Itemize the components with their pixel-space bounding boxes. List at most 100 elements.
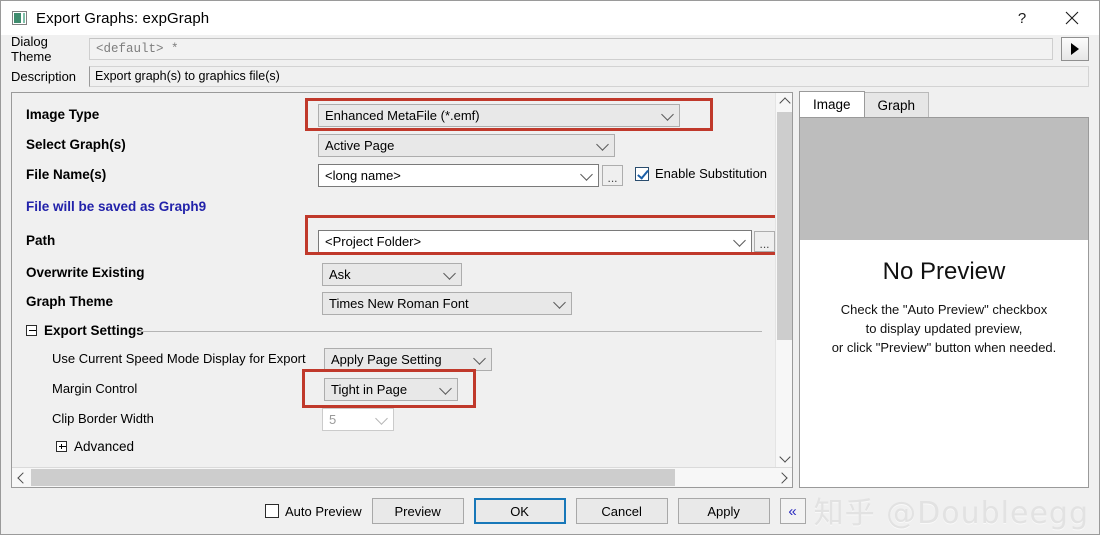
horizontal-scroll-thumb[interactable] <box>31 469 675 486</box>
clip-border-value: 5 <box>329 412 337 427</box>
graph-theme-combo[interactable]: Times New Roman Font <box>322 292 572 315</box>
select-graphs-combo[interactable]: Active Page <box>318 134 615 157</box>
ok-button[interactable]: OK <box>473 498 566 524</box>
collapse-panel-button[interactable]: « <box>779 498 806 524</box>
export-graphs-dialog: Export Graphs: expGraph ? Dialog Theme <… <box>0 0 1100 535</box>
speed-mode-value: Apply Page Setting <box>331 352 442 367</box>
graph-window-icon <box>12 11 27 25</box>
checkbox-box <box>635 166 649 181</box>
select-graphs-label: Select Graph(s) <box>26 137 126 152</box>
chevron-down-icon <box>443 266 456 280</box>
vertical-scroll-thumb[interactable] <box>777 112 792 340</box>
graph-theme-row: Graph Theme Times New Roman Font <box>12 290 774 316</box>
image-type-value: Enhanced MetaFile (*.emf) <box>325 108 480 123</box>
file-names-label: File Name(s) <box>26 167 107 182</box>
description-label: Description <box>11 68 77 84</box>
export-settings-title: Export Settings <box>44 323 144 338</box>
export-settings-header[interactable]: Export Settings <box>26 323 144 338</box>
advanced-label: Advanced <box>74 439 135 454</box>
file-names-browse-button[interactable]: ... <box>602 165 623 186</box>
speed-mode-combo[interactable]: Apply Page Setting <box>324 348 492 371</box>
path-browse-button[interactable]: ... <box>754 231 775 252</box>
chevron-down-icon <box>553 295 566 309</box>
cancel-button[interactable]: Cancel <box>575 498 668 524</box>
preview-box[interactable]: No Preview Check the "Auto Preview" chec… <box>799 117 1089 488</box>
chevron-down-icon <box>580 167 593 181</box>
form-horizontal-scrollbar[interactable] <box>12 467 792 487</box>
margin-control-value: Tight in Page <box>331 382 408 397</box>
scroll-right-icon[interactable] <box>774 468 792 487</box>
no-preview-title: No Preview <box>882 258 1006 285</box>
file-names-combo[interactable]: <long name> <box>318 164 599 187</box>
auto-preview-label: Auto Preview <box>285 503 362 519</box>
margin-control-combo[interactable]: Tight in Page <box>324 378 458 401</box>
path-label: Path <box>26 233 56 248</box>
graph-theme-value: Times New Roman Font <box>329 296 469 311</box>
no-preview-hint: Check the "Auto Preview" checkbox to dis… <box>800 300 1088 357</box>
overwrite-row: Overwrite Existing Ask <box>12 261 774 287</box>
play-arrow-icon[interactable] <box>1061 37 1089 61</box>
path-row: Path <Project Folder> ... <box>12 229 775 255</box>
chevron-down-icon <box>733 233 746 247</box>
description-input[interactable]: Export graph(s) to graphics file(s) <box>89 65 1089 87</box>
dialog-theme-label: Dialog Theme <box>11 34 52 64</box>
help-button[interactable]: ? <box>999 1 1045 35</box>
image-type-combo[interactable]: Enhanced MetaFile (*.emf) <box>318 104 680 127</box>
settings-form: Image Type Enhanced MetaFile (*.emf) Sel… <box>12 93 779 467</box>
tab-graph[interactable]: Graph <box>863 92 930 117</box>
preview-empty-area <box>800 118 1088 240</box>
scroll-up-icon[interactable] <box>776 93 792 110</box>
enable-substitution-checkbox[interactable]: Enable Substitution <box>629 166 767 181</box>
advanced-group-header[interactable]: Advanced <box>26 439 134 454</box>
graph-theme-label: Graph Theme <box>26 294 114 309</box>
checkbox-box <box>265 504 279 518</box>
path-value: <Project Folder> <box>325 234 422 249</box>
dialog-theme-row: Dialog Theme <default> * <box>1 34 1099 64</box>
preview-pane: Image Graph No Preview Check the "Auto P… <box>799 91 1089 488</box>
collapse-minus-icon[interactable] <box>26 325 37 336</box>
select-graphs-row: Select Graph(s) Active Page <box>12 133 774 159</box>
export-settings-group: Export Settings Use Current Speed Mode D… <box>12 323 774 463</box>
scroll-down-icon[interactable] <box>776 450 792 467</box>
no-preview-hint-line2: to display updated preview, <box>865 321 1023 336</box>
preview-message-area: No Preview Check the "Auto Preview" chec… <box>800 240 1088 487</box>
settings-form-scroll-viewport: Image Type Enhanced MetaFile (*.emf) Sel… <box>12 93 792 467</box>
image-type-label: Image Type <box>26 107 100 122</box>
close-icon[interactable] <box>1045 1 1099 35</box>
no-preview-hint-line1: Check the "Auto Preview" checkbox <box>840 302 1048 317</box>
dialog-body: Image Type Enhanced MetaFile (*.emf) Sel… <box>1 89 1099 488</box>
image-type-row: Image Type Enhanced MetaFile (*.emf) <box>12 103 774 129</box>
auto-preview-checkbox[interactable]: Auto Preview <box>259 504 362 519</box>
file-names-value: <long name> <box>325 168 401 183</box>
clip-border-row: Clip Border Width 5 <box>12 407 774 433</box>
chevron-down-icon <box>661 107 674 121</box>
no-preview-hint-line3: or click "Preview" button when needed. <box>831 340 1057 355</box>
chevron-down-icon <box>375 411 388 425</box>
margin-control-label: Margin Control <box>52 381 138 396</box>
speed-mode-row: Use Current Speed Mode Display for Expor… <box>12 347 774 373</box>
clip-border-label: Clip Border Width <box>52 411 154 426</box>
chevron-down-icon <box>473 351 486 365</box>
preview-tabs: Image Graph <box>799 91 1089 117</box>
dialog-theme-input[interactable]: <default> * <box>89 38 1053 60</box>
dialog-footer: Auto Preview Preview OK Cancel Apply « <box>1 488 1099 534</box>
group-divider <box>138 331 762 332</box>
settings-form-pane: Image Type Enhanced MetaFile (*.emf) Sel… <box>11 92 793 488</box>
enable-substitution-label: Enable Substitution <box>655 166 768 181</box>
window-title: Export Graphs: expGraph <box>36 9 210 27</box>
overwrite-value: Ask <box>329 267 351 282</box>
save-as-note: File will be saved as Graph9 <box>26 199 207 214</box>
margin-control-row: Margin Control Tight in Page <box>12 377 774 403</box>
chevron-down-icon <box>439 381 452 395</box>
window-controls: ? <box>999 1 1099 35</box>
form-vertical-scrollbar[interactable] <box>775 93 792 467</box>
tab-image[interactable]: Image <box>799 91 865 117</box>
apply-button[interactable]: Apply <box>677 498 770 524</box>
scroll-left-icon[interactable] <box>12 468 30 487</box>
path-combo[interactable]: <Project Folder> <box>318 230 752 253</box>
preview-button[interactable]: Preview <box>371 498 464 524</box>
overwrite-combo[interactable]: Ask <box>322 263 462 286</box>
clip-border-spinner[interactable]: 5 <box>322 408 394 431</box>
expand-plus-icon[interactable] <box>56 441 67 452</box>
overwrite-label: Overwrite Existing <box>26 265 145 280</box>
